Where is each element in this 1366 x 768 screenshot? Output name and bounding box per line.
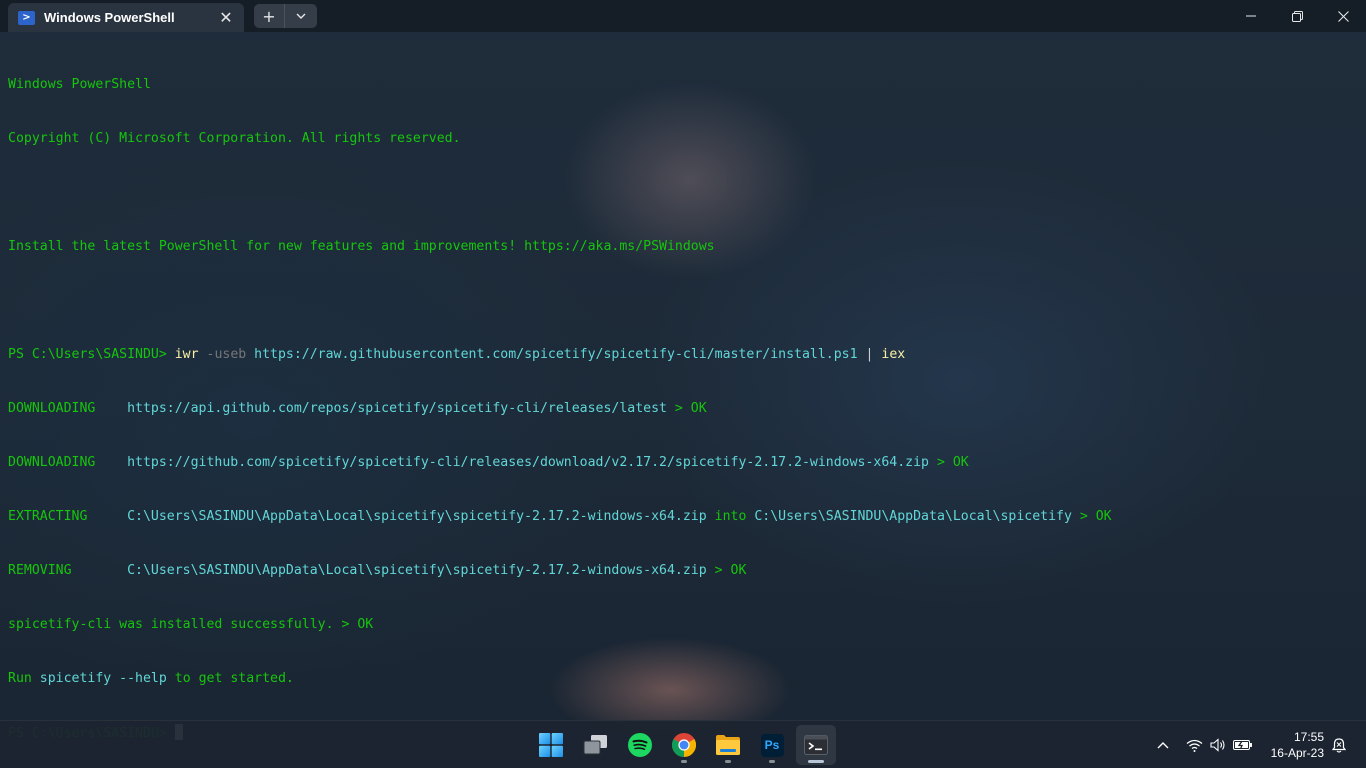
show-hidden-icons-button[interactable] [1151, 721, 1175, 768]
volume-button[interactable] [1207, 721, 1229, 768]
file-explorer-icon [716, 735, 740, 755]
running-indicator [725, 760, 731, 763]
photoshop-button[interactable]: Ps [752, 725, 792, 765]
run-hint-line: Run spicetify --help to get started. [8, 670, 1358, 688]
notifications-button[interactable] [1328, 721, 1350, 768]
restore-button[interactable] [1274, 0, 1320, 32]
file-explorer-button[interactable] [708, 725, 748, 765]
log-status: > OK [929, 455, 969, 470]
powershell-icon: > [18, 10, 35, 25]
log-label: REMOVING [8, 563, 128, 578]
banner-line-1: Windows PowerShell [8, 77, 151, 92]
tab-close-icon[interactable]: ✕ [212, 6, 240, 30]
run-pre: Run [8, 671, 40, 686]
run-post: to get started. [166, 671, 294, 686]
spotify-button[interactable] [620, 725, 660, 765]
log-path: C:\Users\SASINDU\AppData\Local\spicetify… [127, 563, 707, 578]
running-indicator [681, 760, 687, 763]
cmd-pipe: | [857, 347, 882, 362]
start-icon [539, 733, 563, 757]
chevron-up-icon [1157, 741, 1169, 748]
new-tab-group: + [254, 4, 317, 28]
chrome-icon [672, 733, 696, 757]
minimize-button[interactable] [1228, 0, 1274, 32]
restore-icon [1291, 10, 1303, 22]
log-path: https://api.github.com/repos/spicetify/s… [127, 401, 667, 416]
task-view-button[interactable] [576, 725, 616, 765]
wifi-icon [1186, 739, 1202, 752]
start-button[interactable] [531, 725, 571, 765]
profile-dropdown-button[interactable] [285, 4, 316, 28]
log-line: REMOVING C:\Users\SASINDU\AppData\Local\… [8, 562, 1358, 580]
run-cmd: spicetify --help [39, 671, 167, 686]
running-indicator [769, 760, 775, 763]
chevron-down-icon [296, 13, 305, 19]
active-indicator [808, 760, 824, 763]
cmd-url: https://raw.githubusercontent.com/spicet… [246, 347, 858, 362]
terminal-button[interactable] [796, 725, 836, 765]
minimize-icon [1246, 15, 1256, 17]
log-path: C:\Users\SASINDU\AppData\Local\spicetify… [127, 509, 707, 524]
cmd-iwr: iwr [174, 347, 199, 362]
log-path-dest: C:\Users\SASINDU\AppData\Local\spicetify [754, 509, 1072, 524]
photoshop-icon: Ps [760, 733, 784, 757]
chrome-button[interactable] [664, 725, 704, 765]
new-tab-button[interactable]: + [254, 4, 285, 28]
battery-charging-icon [1233, 740, 1252, 750]
task-view-icon [583, 735, 607, 755]
log-label: DOWNLOADING [8, 455, 128, 470]
spotify-icon [628, 733, 652, 757]
tab-windows-powershell[interactable]: > Windows PowerShell ✕ [8, 3, 244, 32]
notification-bell-icon [1332, 737, 1346, 753]
log-label: EXTRACTING [8, 509, 128, 524]
close-window-button[interactable] [1320, 0, 1366, 32]
log-status: > OK [706, 563, 747, 578]
terminal-output[interactable]: Windows PowerShell Copyright (C) Microso… [8, 40, 1358, 760]
clock[interactable]: 17:55 16-Apr-23 [1271, 729, 1324, 761]
prompt: PS C:\Users\SASINDU> [8, 347, 175, 362]
command-line: PS C:\Users\SASINDU> iwr -useb https://r… [8, 346, 1358, 364]
taskbar: Ps 17:55 16-Apr-23 [0, 720, 1366, 768]
wifi-button[interactable] [1183, 721, 1205, 768]
cmd-iex: iex [881, 347, 906, 362]
install-hint-line: Install the latest PowerShell for new fe… [8, 239, 715, 254]
clock-date: 16-Apr-23 [1270, 746, 1324, 760]
log-line: DOWNLOADING https://api.github.com/repos… [8, 400, 1358, 418]
log-line: EXTRACTING C:\Users\SASINDU\AppData\Loca… [8, 508, 1358, 526]
success-line: spicetify-cli was installed successfully… [8, 617, 374, 632]
title-bar: > Windows PowerShell ✕ + [0, 0, 1366, 32]
log-label: DOWNLOADING [8, 401, 128, 416]
tab-title: Windows PowerShell [44, 10, 175, 25]
battery-button[interactable] [1231, 721, 1255, 768]
photoshop-label: Ps [764, 738, 780, 752]
close-icon [1337, 10, 1349, 22]
log-into: into [706, 509, 755, 524]
terminal-icon [804, 735, 828, 755]
banner-line-2: Copyright (C) Microsoft Corporation. All… [8, 131, 461, 146]
log-status: > OK [1071, 509, 1112, 524]
log-status: > OK [666, 401, 707, 416]
clock-time: 17:55 [1293, 730, 1324, 744]
log-line: DOWNLOADING https://github.com/spicetify… [8, 454, 1358, 472]
cmd-flag: -useb [198, 347, 247, 362]
log-path: https://github.com/spicetify/spicetify-c… [127, 455, 929, 470]
volume-icon [1210, 738, 1225, 752]
